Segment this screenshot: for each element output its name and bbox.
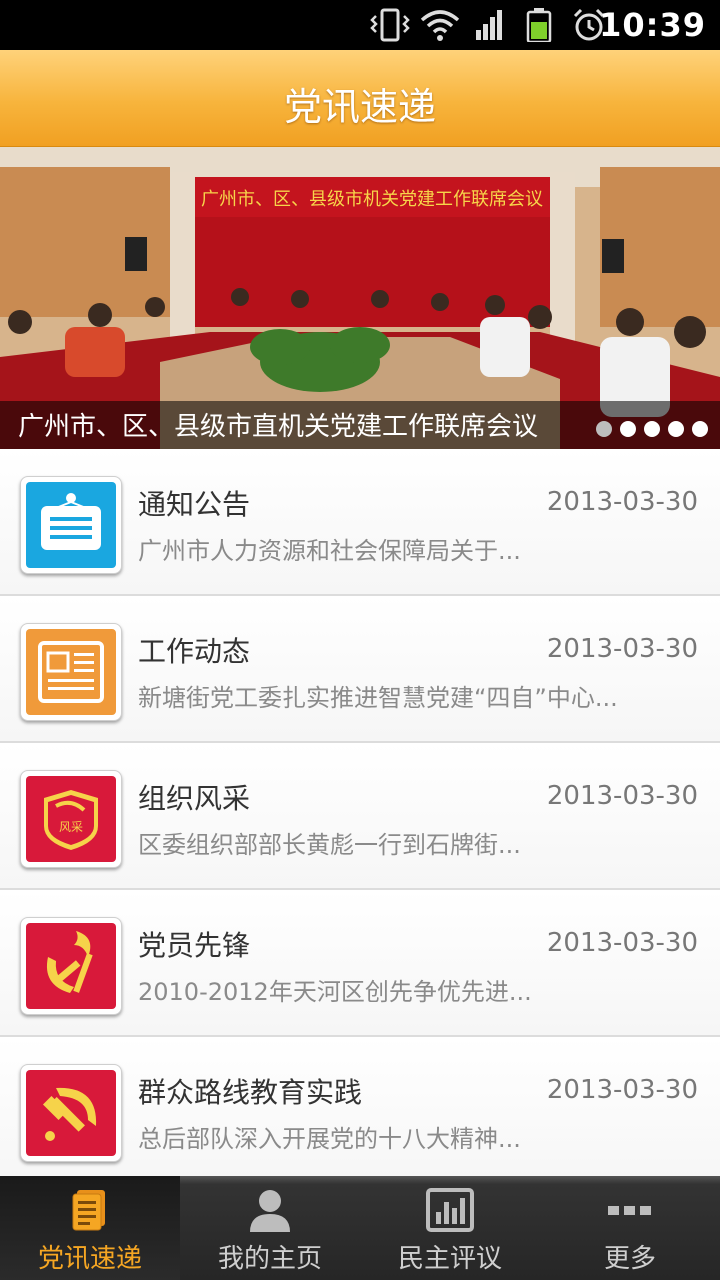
vibrate-icon — [370, 8, 410, 42]
list-item-date: 2013-03-30 — [546, 487, 698, 517]
banner-backdrop-text: 广州市、区、县级市机关党建工作联席会议 — [201, 189, 543, 210]
torch-hammer-sickle-icon-frame — [20, 917, 122, 1015]
list-item-notice[interactable]: 通知公告 2013-03-30 广州市人力资源和社会保障局关于... — [0, 449, 720, 596]
hammer-sickle-icon-frame — [20, 1064, 122, 1162]
list-item-date: 2013-03-30 — [546, 634, 698, 664]
carousel-dot[interactable] — [668, 421, 684, 437]
party-badge-icon-frame: 风采 — [20, 770, 122, 868]
page-title: 党讯速递 — [283, 85, 436, 129]
tab-news[interactable]: 党讯速递 — [0, 1176, 180, 1280]
clock: 10:39 — [599, 6, 706, 44]
list-item-title: 工作动态 — [138, 635, 251, 668]
list-item-title: 党员先锋 — [138, 929, 251, 962]
carousel-dot[interactable] — [692, 421, 708, 437]
status-bar: 10:39 — [0, 0, 720, 50]
carousel-dot[interactable] — [596, 421, 612, 437]
more-icon — [608, 1206, 651, 1215]
banner-caption[interactable]: 广州市、区、县级市直机关党建工作联席会议 — [18, 406, 538, 443]
list-item-date: 2013-03-30 — [546, 781, 698, 811]
list-item-title: 组织风采 — [138, 782, 251, 815]
list-item-subtitle: 广州市人力资源和社会保障局关于... — [138, 537, 521, 565]
list-item-subtitle: 区委组织部部长黄彪一行到石牌街... — [138, 831, 521, 859]
tab-label: 更多 — [603, 1244, 656, 1274]
list-item-subtitle: 2010-2012年天河区创先争优先进... — [138, 978, 532, 1006]
list-item-date: 2013-03-30 — [546, 928, 698, 958]
battery-icon — [526, 8, 552, 42]
carousel-dot[interactable] — [620, 421, 636, 437]
wifi-icon — [420, 10, 460, 41]
banner-carousel[interactable]: 广州市、区、县级市机关党建工作联席会议 广州市、区、县级市直机关党建工作联席会议 — [0, 147, 720, 449]
list-item-vanguard[interactable]: 党员先锋 2013-03-30 2010-2012年天河区创先争优先进... — [0, 890, 720, 1037]
list-item-subtitle: 总后部队深入开展党的十八大精神... — [138, 1125, 521, 1153]
user-icon — [250, 1190, 290, 1232]
notice-board-icon — [26, 482, 116, 568]
tab-home[interactable]: 我的主页 — [180, 1176, 360, 1280]
list-item-work-news[interactable]: 工作动态 2013-03-30 新塘街党工委扎实推进智慧党建“四自”中心... — [0, 596, 720, 743]
hammer-sickle-icon — [26, 1070, 116, 1156]
torch-hammer-sickle-icon — [26, 923, 116, 1009]
tab-label: 民主评议 — [397, 1244, 502, 1274]
chart-icon — [426, 1188, 474, 1232]
app-header: 党讯速递 — [0, 50, 720, 147]
bottom-tab-bar: 党讯速递 我的主页 民主评议 更多 — [0, 1176, 720, 1280]
carousel-dot[interactable] — [644, 421, 660, 437]
newspaper-icon — [26, 629, 116, 715]
list-item-subtitle: 新塘街党工委扎实推进智慧党建“四自”中心... — [138, 684, 618, 712]
newspaper-icon-frame — [20, 623, 122, 721]
tab-label: 党讯速递 — [37, 1244, 142, 1274]
notice-board-icon-frame — [20, 476, 122, 574]
carousel-indicator — [596, 421, 708, 437]
tab-label: 我的主页 — [217, 1244, 322, 1274]
party-badge-icon: 风采 — [26, 776, 116, 862]
category-list: 通知公告 2013-03-30 广州市人力资源和社会保障局关于... 工作动态 … — [0, 449, 720, 1176]
tab-review[interactable]: 民主评议 — [360, 1176, 540, 1280]
tab-more[interactable]: 更多 — [540, 1176, 720, 1280]
list-item-title: 通知公告 — [138, 488, 251, 521]
badge-text: 风采 — [59, 820, 83, 834]
news-doc-icon — [72, 1190, 105, 1231]
signal-icon — [476, 10, 502, 40]
list-item-date: 2013-03-30 — [546, 1075, 698, 1105]
list-item-title: 群众路线教育实践 — [138, 1076, 363, 1109]
list-item-mass-line[interactable]: 群众路线教育实践 2013-03-30 总后部队深入开展党的十八大精神... — [0, 1037, 720, 1176]
list-item-organization[interactable]: 风采 组织风采 2013-03-30 区委组织部部长黄彪一行到石牌街... — [0, 743, 720, 890]
